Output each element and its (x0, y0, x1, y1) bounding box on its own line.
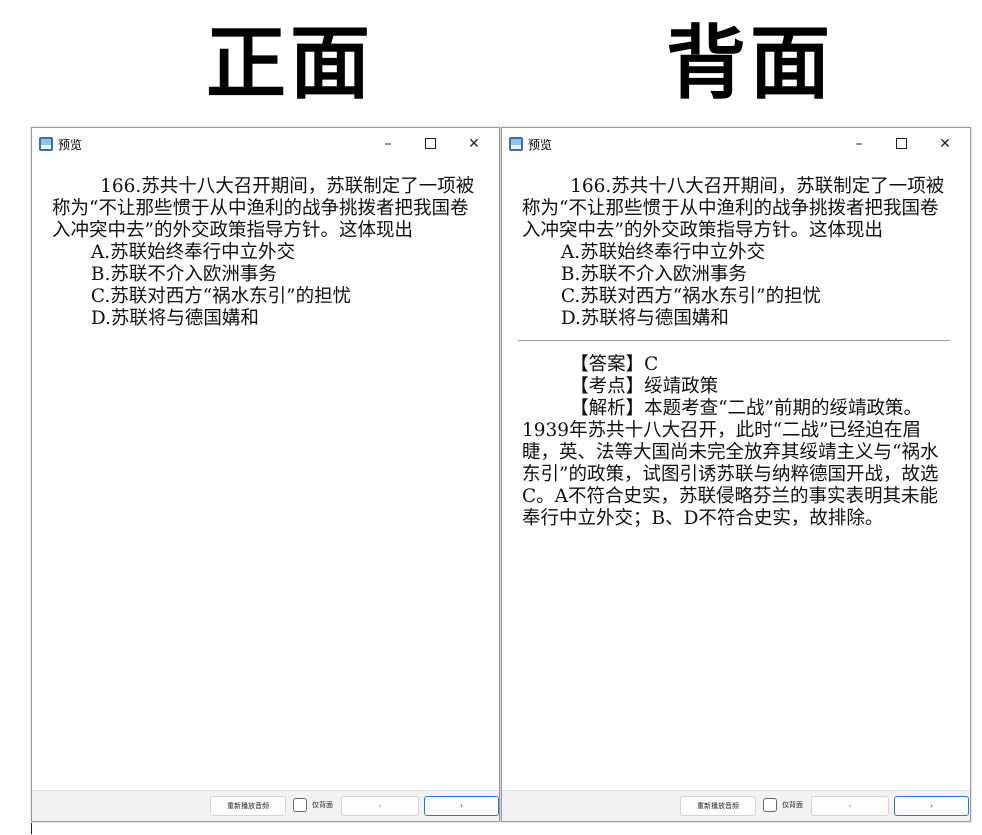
previous-button[interactable]: ‹ (341, 796, 419, 816)
card-back-content: 166.苏共十八大召开期间，苏联制定了一项被称为“不让那些惯于从中渔利的战争挑拨… (518, 176, 950, 530)
maximize-button[interactable] (417, 133, 443, 155)
replay-audio-button[interactable]: 重新播放音频 (680, 796, 756, 816)
option-d: D.苏联将与德国媾和 (90, 308, 259, 329)
minimize-button[interactable]: – (375, 133, 401, 155)
next-button[interactable]: › (424, 796, 499, 816)
replay-audio-button[interactable]: 重新播放音频 (210, 796, 286, 816)
maximize-icon (424, 137, 436, 149)
topic-line: 【考点】绥靖政策 (570, 376, 719, 397)
option-a: A.苏联始终奉行中立外交 (90, 242, 296, 263)
window-title: 预览 (528, 138, 553, 152)
back-only-checkbox[interactable] (763, 798, 777, 812)
question-stem: 166.苏共十八大召开期间，苏联制定了一项被称为“不让那些惯于从中渔利的战争挑拨… (522, 176, 945, 241)
preview-app-icon (509, 137, 523, 151)
option-c: C.苏联对西方“祸水东引”的担忧 (90, 286, 352, 307)
option-b: B.苏联不介入欧洲事务 (90, 264, 277, 285)
card-front-content: 166.苏共十八大召开期间，苏联制定了一项被称为“不让那些惯于从中渔利的战争挑拨… (52, 176, 475, 330)
preview-window-front: 预览 – ✕ 166.苏共十八大召开期间，苏联制定了一项被称为“不让那些惯于从中… (31, 127, 500, 822)
next-button[interactable]: › (894, 796, 969, 816)
back-only-label: 仅背面 (782, 801, 803, 809)
answer-line: 【答案】C (570, 354, 659, 375)
title-bar: 预览 – ✕ (502, 128, 970, 162)
back-only-checkbox[interactable] (293, 798, 307, 812)
close-button[interactable]: ✕ (461, 133, 487, 155)
question-stem: 166.苏共十八大召开期间，苏联制定了一项被称为“不让那些惯于从中渔利的战争挑拨… (52, 176, 475, 241)
option-c: C.苏联对西方“祸水东引”的担忧 (560, 286, 822, 307)
maximize-icon (895, 137, 907, 149)
front-heading: 正面 (206, 16, 374, 110)
previous-button[interactable]: ‹ (811, 796, 889, 816)
minimize-button[interactable]: – (846, 133, 872, 155)
bottom-toolbar: 重新播放音频 仅背面 ‹ › (32, 790, 499, 821)
bottom-toolbar: 重新播放音频 仅背面 ‹ › (502, 790, 970, 821)
maximize-button[interactable] (888, 133, 914, 155)
back-heading: 背面 (666, 16, 834, 110)
option-b: B.苏联不介入欧洲事务 (560, 264, 747, 285)
close-button[interactable]: ✕ (932, 133, 958, 155)
window-title: 预览 (58, 138, 83, 152)
preview-app-icon (39, 137, 53, 151)
option-a: A.苏联始终奉行中立外交 (560, 242, 766, 263)
back-only-label: 仅背面 (312, 801, 333, 809)
analysis-paragraph: 【解析】本题考查“二战”前期的绥靖政策。1939年苏共十八大召开，此时“二战”已… (522, 398, 939, 529)
preview-window-back: 预览 – ✕ 166.苏共十八大召开期间，苏联制定了一项被称为“不让那些惯于从中… (501, 127, 971, 822)
answer-divider (518, 340, 950, 341)
text-cursor-mark (31, 823, 32, 834)
title-bar: 预览 – ✕ (32, 128, 499, 162)
option-d: D.苏联将与德国媾和 (560, 308, 729, 329)
